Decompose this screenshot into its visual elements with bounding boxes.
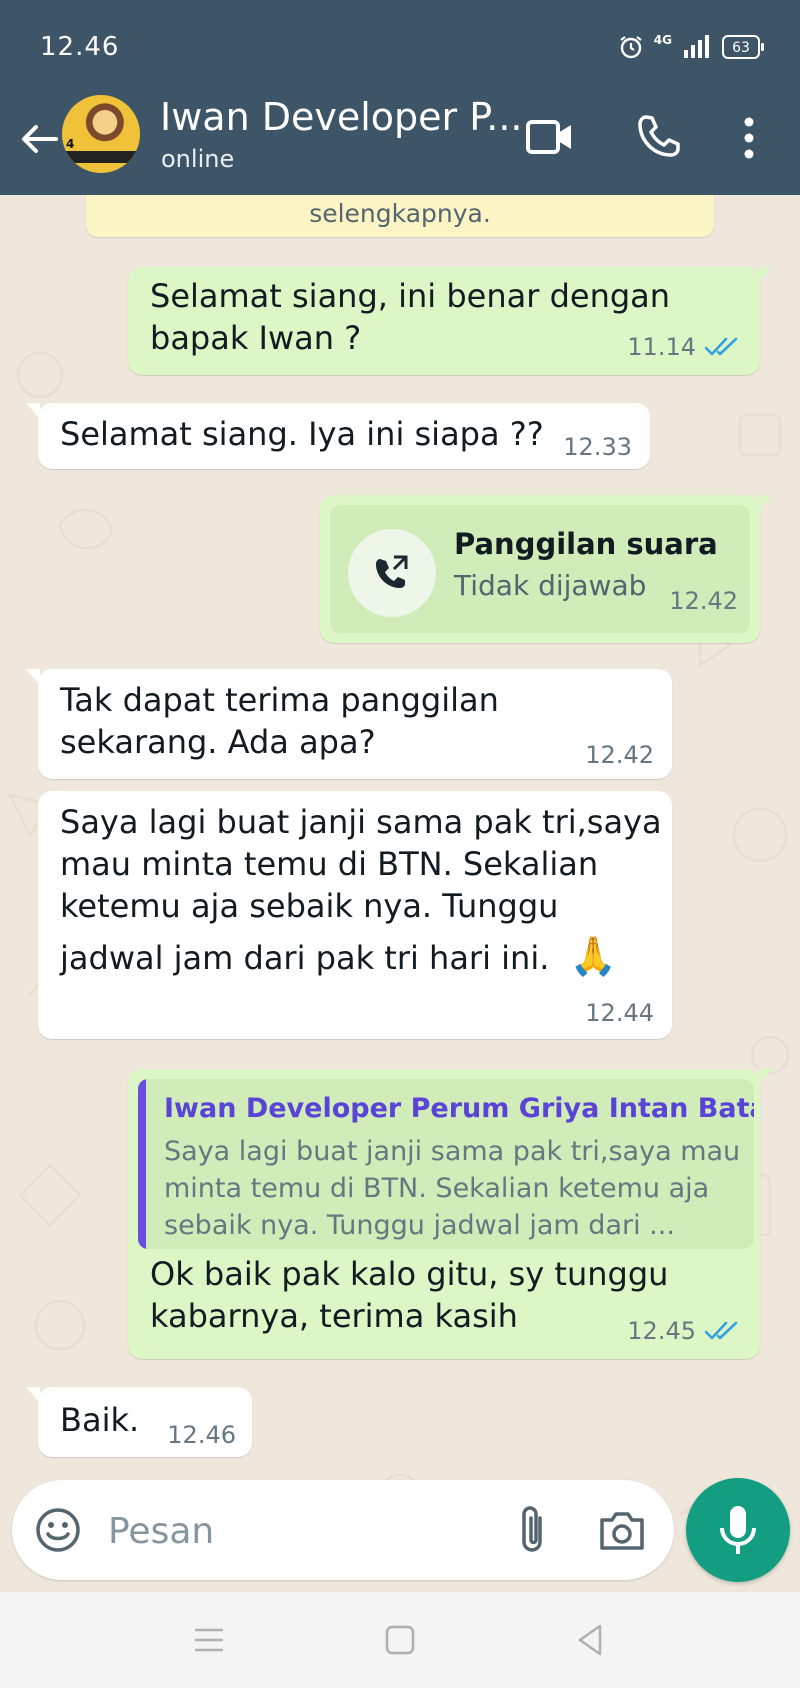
- encryption-notice[interactable]: selengkapnya.: [86, 195, 714, 237]
- call-title: Panggilan suara: [454, 527, 718, 561]
- message-time: 12.44: [585, 999, 654, 1027]
- message-time: 11.14: [627, 333, 696, 361]
- message-input[interactable]: [106, 1502, 490, 1560]
- status-bar: 12.46 4G 63: [0, 0, 800, 95]
- message-line: mau minta temu di BTN. Sekalian: [60, 845, 599, 883]
- paperclip-icon[interactable]: [512, 1504, 552, 1556]
- message-line: Baik.: [60, 1401, 140, 1439]
- battery-level: 63: [732, 40, 750, 56]
- message-time: 12.33: [563, 433, 632, 461]
- status-time: 12.46: [40, 32, 120, 62]
- call-subtitle: Tidak dijawab: [454, 569, 647, 602]
- system-nav-bar: [0, 1592, 800, 1688]
- alarm-icon: [620, 36, 642, 59]
- quoted-author: Iwan Developer Perum Griya Intan Bata...: [164, 1093, 754, 1124]
- battery-icon: 63: [722, 35, 764, 59]
- avatar[interactable]: 4: [62, 95, 140, 173]
- pray-emoji: 🙏: [569, 934, 617, 978]
- back-nav-icon[interactable]: [568, 1618, 612, 1662]
- message-line: Saya lagi buat janji sama pak tri,saya: [60, 803, 662, 841]
- chat-area[interactable]: selengkapnya. Selamat siang, ini benar d…: [0, 195, 800, 1595]
- message-time: 12.42: [669, 587, 738, 615]
- message-line: kabarnya, terima kasih: [150, 1297, 518, 1335]
- more-vert-icon[interactable]: [736, 113, 762, 163]
- message-time: 12.42: [585, 741, 654, 769]
- message-line: Ok baik pak kalo gitu, sy tunggu: [150, 1255, 669, 1293]
- message-line: sekarang. Ada apa?: [60, 723, 376, 761]
- voice-call-message[interactable]: Panggilan suara Tidak dijawab 12.42: [320, 495, 772, 643]
- call-icon-circle: [348, 529, 436, 617]
- recent-apps-icon[interactable]: [187, 1618, 231, 1662]
- outgoing-reply-message[interactable]: Iwan Developer Perum Griya Intan Bata...…: [128, 1069, 772, 1359]
- outgoing-message[interactable]: Selamat siang, ini benar dengan bapak Iw…: [128, 267, 772, 375]
- read-ticks-icon: [704, 1321, 738, 1340]
- incoming-message[interactable]: Saya lagi buat janji sama pak tri,saya m…: [38, 791, 672, 1039]
- video-call-icon[interactable]: [525, 115, 575, 159]
- notice-text: selengkapnya.: [309, 199, 491, 228]
- camera-icon[interactable]: [596, 1506, 648, 1554]
- message-composer: [12, 1480, 674, 1580]
- call-card: Panggilan suara Tidak dijawab 12.42: [330, 505, 750, 633]
- phone-icon[interactable]: [634, 111, 684, 161]
- contact-status: online: [161, 145, 235, 173]
- read-ticks-icon: [704, 337, 738, 356]
- message-time: 12.45: [627, 1317, 696, 1345]
- network-type-label: 4G: [653, 33, 672, 47]
- message-line: bapak Iwan ?: [150, 319, 362, 357]
- quoted-message[interactable]: Iwan Developer Perum Griya Intan Bata...…: [138, 1079, 754, 1249]
- back-arrow-icon[interactable]: [16, 117, 60, 161]
- status-icons: 4G 63: [618, 33, 764, 60]
- message-line: Selamat siang, ini benar dengan: [150, 277, 671, 315]
- chat-header: 4 Iwan Developer P... online: [0, 95, 800, 195]
- message-time: 12.46: [167, 1421, 236, 1449]
- message-line: Selamat siang. Iya ini siapa ??: [60, 415, 544, 453]
- incoming-message[interactable]: Tak dapat terima panggilan sekarang. Ada…: [26, 669, 672, 779]
- mic-icon: [720, 1506, 756, 1554]
- home-icon[interactable]: [378, 1618, 422, 1662]
- message-line: Tak dapat terima panggilan: [60, 681, 499, 719]
- mic-button[interactable]: [686, 1478, 790, 1582]
- quoted-text: Saya lagi buat janji sama pak tri,saya m…: [164, 1136, 741, 1241]
- message-line: jadwal jam dari pak tri hari ini.: [60, 939, 550, 977]
- incoming-message[interactable]: Baik. 12.46: [26, 1387, 252, 1457]
- message-line: ketemu aja sebaik nya. Tunggu: [60, 887, 559, 925]
- incoming-message[interactable]: Selamat siang. Iya ini siapa ?? 12.33: [26, 403, 650, 469]
- contact-name[interactable]: Iwan Developer P...: [160, 95, 522, 139]
- emoji-icon[interactable]: [34, 1506, 82, 1554]
- signal-icon: [684, 35, 709, 58]
- missed-call-icon: [376, 555, 408, 588]
